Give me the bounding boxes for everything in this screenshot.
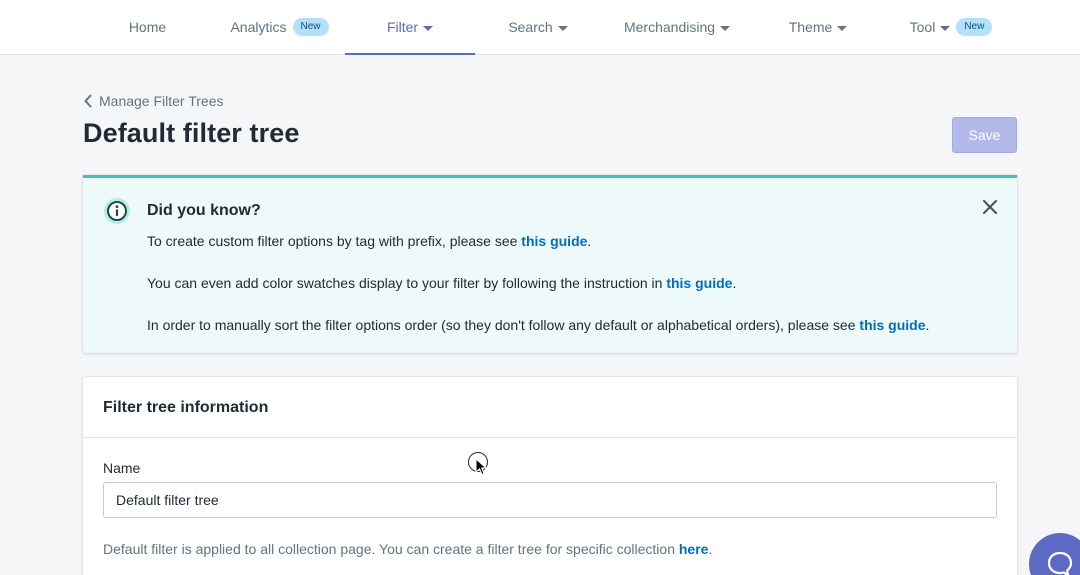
nav-search[interactable]: Search: [488, 0, 588, 54]
nav-merchandising[interactable]: Merchandising: [607, 0, 747, 54]
name-input[interactable]: [103, 482, 997, 518]
banner-line-text: In order to manually sort the filter opt…: [147, 317, 860, 333]
cursor-icon: [475, 458, 487, 476]
info-banner: Did you know? To create custom filter op…: [83, 175, 1017, 353]
nav-analytics[interactable]: Analytics New: [212, 0, 347, 54]
nav-home[interactable]: Home: [110, 0, 185, 54]
nav-theme-label: Theme: [788, 19, 833, 35]
active-tab-indicator: [345, 53, 475, 55]
filter-tree-info-card: Filter tree information Name Default fil…: [83, 377, 1017, 575]
nav-search-label: Search: [508, 19, 553, 35]
guide-link[interactable]: this guide: [521, 233, 587, 249]
caret-down-icon: [557, 25, 568, 31]
caret-down-icon: [940, 25, 951, 31]
banner-line-suffix: .: [925, 317, 930, 333]
banner-line-text: To create custom filter options by tag w…: [147, 233, 522, 249]
nav-home-label: Home: [128, 19, 167, 35]
nav-merchandising-label: Merchandising: [623, 19, 716, 35]
nav-tool[interactable]: Tool New: [895, 0, 1007, 54]
help-text-suffix: .: [708, 541, 713, 557]
chat-button[interactable]: [1029, 533, 1080, 575]
guide-link[interactable]: this guide: [859, 317, 925, 333]
name-label: Name: [103, 460, 141, 476]
breadcrumb-label: Manage Filter Trees: [99, 93, 224, 109]
save-button[interactable]: Save: [952, 117, 1017, 153]
banner-title: Did you know?: [147, 202, 261, 219]
breadcrumb[interactable]: Manage Filter Trees: [83, 92, 224, 110]
caret-down-icon: [720, 25, 731, 31]
new-badge: New: [292, 18, 329, 36]
nav-filter-label: Filter: [386, 19, 419, 35]
nav-analytics-label: Analytics: [230, 19, 287, 35]
card-title: Filter tree information: [103, 399, 269, 416]
close-icon[interactable]: [981, 198, 999, 216]
nav-tool-label: Tool: [909, 19, 936, 35]
nav-filter[interactable]: Filter: [345, 0, 475, 55]
here-link[interactable]: here: [679, 541, 709, 557]
banner-line-suffix: .: [587, 233, 592, 249]
page-title: Default filter tree: [83, 118, 300, 148]
banner-line-suffix: .: [732, 275, 737, 291]
help-text: Default filter is applied to all collect…: [103, 541, 712, 557]
banner-line: To create custom filter options by tag w…: [147, 233, 591, 249]
info-icon: [104, 198, 130, 224]
help-text-body: Default filter is applied to all collect…: [103, 541, 679, 557]
caret-down-icon: [423, 25, 434, 31]
divider: [83, 437, 1017, 438]
banner-line: In order to manually sort the filter opt…: [147, 317, 929, 333]
guide-link[interactable]: this guide: [666, 275, 732, 291]
caret-down-icon: [837, 25, 848, 31]
nav-theme[interactable]: Theme: [773, 0, 863, 54]
banner-line-text: You can even add color swatches display …: [147, 275, 667, 291]
top-navigation: Home Analytics New Filter Search Merchan…: [0, 0, 1080, 55]
new-badge: New: [956, 18, 993, 36]
banner-line: You can even add color swatches display …: [147, 275, 736, 291]
chat-icon: [1047, 551, 1073, 575]
chevron-left-icon: [84, 94, 92, 108]
